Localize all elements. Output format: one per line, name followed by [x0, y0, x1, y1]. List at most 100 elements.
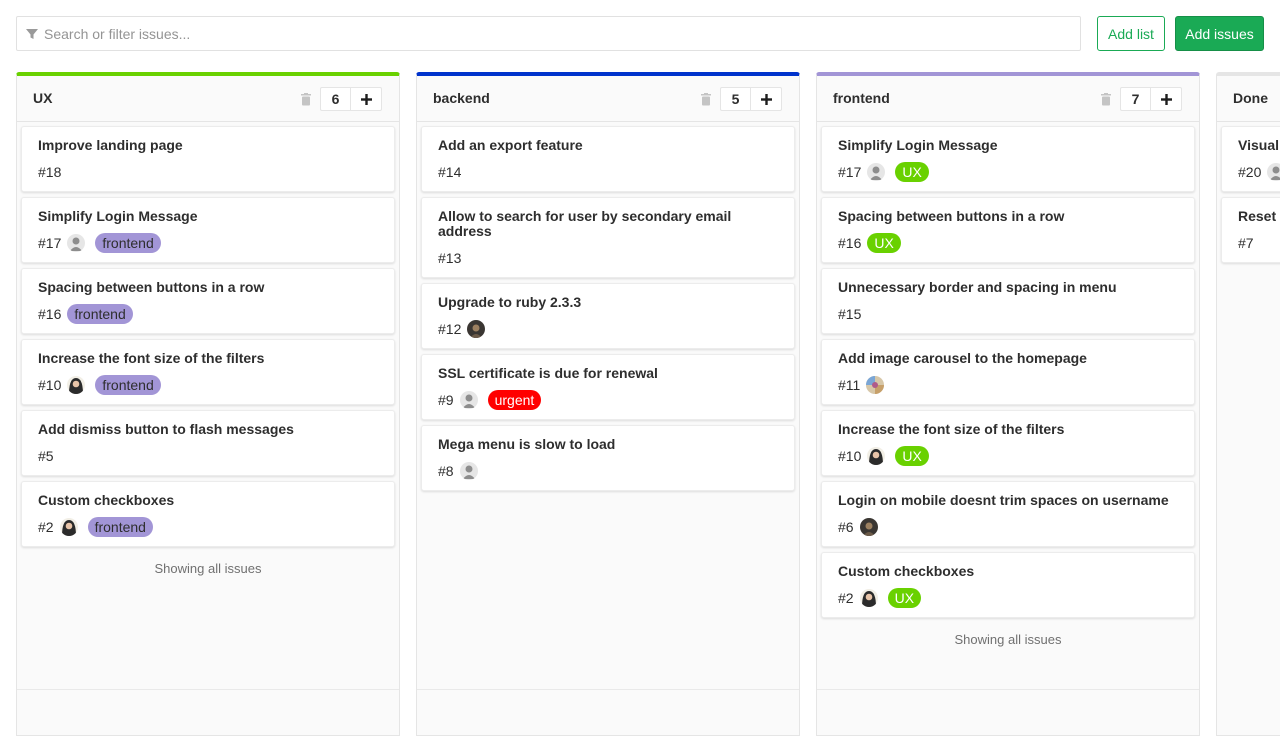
issue-title[interactable]: Increase the font size of the filters: [38, 351, 378, 366]
new-issue-button[interactable]: [351, 88, 381, 110]
issue-title[interactable]: Allow to search for user by secondary em…: [438, 209, 778, 239]
issue-title[interactable]: Add dismiss button to flash messages: [38, 422, 378, 437]
assignee-avatar[interactable]: [459, 462, 478, 480]
issue-title[interactable]: Simplify Login Message: [838, 138, 1178, 153]
assignee-avatar[interactable]: [67, 376, 86, 394]
card-list: Visual #20 Reset #7: [1217, 122, 1280, 263]
issue-number: #16: [38, 306, 62, 322]
issue-number: #13: [438, 250, 462, 266]
label-frontend[interactable]: frontend: [67, 304, 133, 324]
new-issue-button[interactable]: [751, 88, 781, 110]
issue-count-group: 6: [320, 87, 382, 111]
issue-meta: #16 frontend: [38, 304, 378, 324]
issue-title[interactable]: Add an export feature: [438, 138, 778, 153]
issue-card[interactable]: Simplify Login Message #17 frontend: [21, 197, 395, 263]
issue-card[interactable]: Add image carousel to the homepage #11: [821, 339, 1195, 405]
issue-number: #15: [838, 306, 862, 322]
issue-title[interactable]: SSL certificate is due for renewal: [438, 366, 778, 381]
issue-meta: #12: [438, 319, 778, 339]
issue-card[interactable]: Improve landing page #18: [21, 126, 395, 192]
issue-card[interactable]: Add an export feature #14: [421, 126, 795, 192]
assignee-avatar[interactable]: [859, 589, 878, 607]
issue-meta: #16 UX: [838, 233, 1178, 253]
issue-title[interactable]: Add image carousel to the homepage: [838, 351, 1178, 366]
add-list-button[interactable]: Add list: [1097, 16, 1165, 51]
issue-card[interactable]: Upgrade to ruby 2.3.3 #12: [421, 283, 795, 349]
issue-card[interactable]: Spacing between buttons in a row #16 UX: [821, 197, 1195, 263]
label-ux[interactable]: UX: [895, 162, 929, 182]
new-issue-button[interactable]: [1151, 88, 1181, 110]
issue-title[interactable]: Spacing between buttons in a row: [838, 209, 1178, 224]
trash-icon[interactable]: [1100, 93, 1112, 106]
issue-meta: #10 frontend: [38, 375, 378, 395]
issue-number: #14: [438, 164, 462, 180]
issue-card[interactable]: Increase the font size of the filters #1…: [821, 410, 1195, 476]
label-ux[interactable]: UX: [867, 233, 901, 253]
issue-number: #6: [838, 519, 854, 535]
issue-title[interactable]: Increase the font size of the filters: [838, 422, 1178, 437]
issue-title[interactable]: Unnecessary border and spacing in menu: [838, 280, 1178, 295]
search-bar[interactable]: [16, 16, 1081, 51]
assignee-avatar[interactable]: [67, 234, 86, 252]
assignee-avatar[interactable]: [859, 518, 878, 536]
list-footer: [417, 689, 799, 735]
issue-card[interactable]: Mega menu is slow to load #8: [421, 425, 795, 491]
issue-title[interactable]: Custom checkboxes: [38, 493, 378, 508]
issue-title[interactable]: Login on mobile doesnt trim spaces on us…: [838, 493, 1178, 508]
assignee-avatar[interactable]: [467, 320, 486, 338]
issue-card[interactable]: Visual #20: [1221, 126, 1280, 192]
issue-title[interactable]: Simplify Login Message: [38, 209, 378, 224]
card-list: Simplify Login Message #17 UX Spacing be…: [817, 122, 1199, 647]
issue-card[interactable]: Add dismiss button to flash messages #5: [21, 410, 395, 476]
issue-title[interactable]: Custom checkboxes: [838, 564, 1178, 579]
label-ux[interactable]: UX: [895, 446, 929, 466]
issue-card[interactable]: SSL certificate is due for renewal #9 ur…: [421, 354, 795, 420]
issue-card[interactable]: Unnecessary border and spacing in menu #…: [821, 268, 1195, 334]
list-title: UX: [33, 90, 53, 106]
issue-card[interactable]: Reset #7: [1221, 197, 1280, 263]
issue-title[interactable]: Spacing between buttons in a row: [38, 280, 378, 295]
assignee-avatar[interactable]: [867, 447, 886, 465]
issue-title[interactable]: Reset: [1238, 209, 1280, 224]
issue-title[interactable]: Mega menu is slow to load: [438, 437, 778, 452]
assignee-avatar[interactable]: [866, 376, 885, 394]
issue-count: 5: [721, 88, 751, 110]
issue-meta: #9 urgent: [438, 390, 778, 410]
issue-card[interactable]: Spacing between buttons in a row #16 fro…: [21, 268, 395, 334]
search-input[interactable]: [44, 17, 1074, 50]
assignee-avatar[interactable]: [459, 391, 478, 409]
label-frontend[interactable]: frontend: [95, 233, 161, 253]
issue-card[interactable]: Login on mobile doesnt trim spaces on us…: [821, 481, 1195, 547]
trash-icon[interactable]: [700, 93, 712, 106]
issue-number: #11: [838, 377, 861, 393]
label-frontend[interactable]: frontend: [87, 517, 153, 537]
card-list: Improve landing page #18 Simplify Login …: [17, 122, 399, 576]
list-title: frontend: [833, 90, 890, 106]
issue-card[interactable]: Custom checkboxes #2 UX: [821, 552, 1195, 618]
issue-card[interactable]: Simplify Login Message #17 UX: [821, 126, 1195, 192]
add-issues-button[interactable]: Add issues: [1175, 16, 1264, 51]
issue-count: 6: [321, 88, 351, 110]
issue-meta: #13: [438, 248, 778, 268]
issue-card[interactable]: Custom checkboxes #2 frontend: [21, 481, 395, 547]
label-frontend[interactable]: frontend: [95, 375, 161, 395]
label-urgent[interactable]: urgent: [487, 390, 542, 410]
issue-title[interactable]: Visual: [1238, 138, 1280, 153]
issue-meta: #14: [438, 162, 778, 182]
trash-icon[interactable]: [300, 93, 312, 106]
issue-card[interactable]: Increase the font size of the filters #1…: [21, 339, 395, 405]
label-ux[interactable]: UX: [887, 588, 922, 608]
issue-meta: #8: [438, 461, 778, 481]
issue-number: #17: [838, 164, 862, 180]
board-list-done-clip: Done Visual #20 Reset #7: [1216, 72, 1280, 736]
assignee-avatar[interactable]: [867, 163, 886, 181]
issue-card[interactable]: Allow to search for user by secondary em…: [421, 197, 795, 278]
issue-title[interactable]: Upgrade to ruby 2.3.3: [438, 295, 778, 310]
showing-all-issues: Showing all issues: [954, 632, 1062, 647]
filter-icon: [26, 29, 38, 39]
issue-number: #16: [838, 235, 862, 251]
issue-title[interactable]: Improve landing page: [38, 138, 378, 153]
issue-number: #18: [38, 164, 62, 180]
assignee-avatar[interactable]: [1267, 163, 1280, 181]
assignee-avatar[interactable]: [59, 518, 78, 536]
